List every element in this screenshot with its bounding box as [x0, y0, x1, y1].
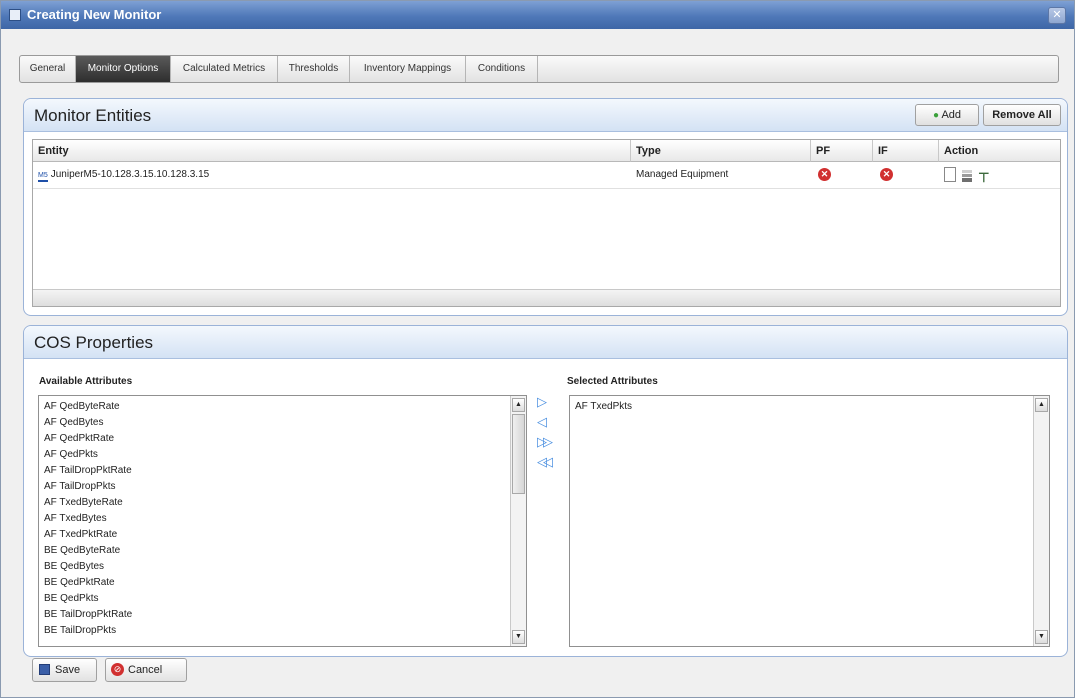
scroll-down-icon[interactable]: ▼: [512, 630, 525, 644]
title-bar[interactable]: Creating New Monitor ✕: [1, 1, 1074, 29]
col-header-action[interactable]: Action: [939, 140, 1060, 162]
col-header-pf[interactable]: PF: [811, 140, 873, 162]
cos-properties-header: COS Properties: [24, 326, 1067, 359]
cos-properties-title: COS Properties: [34, 333, 154, 352]
list-item[interactable]: AF QedPktRate: [44, 431, 114, 447]
move-all-right-icon[interactable]: ▷▷: [537, 435, 553, 450]
remove-all-button[interactable]: Remove All: [983, 104, 1061, 126]
stack-icon[interactable]: [962, 170, 973, 182]
monitor-dialog: Creating New Monitor ✕ General Monitor O…: [0, 0, 1075, 698]
selected-attributes-label: Selected Attributes: [567, 376, 658, 387]
equipment-icon: M5: [38, 171, 48, 182]
app-icon: [9, 9, 21, 21]
tab-conditions[interactable]: Conditions: [466, 56, 538, 82]
tab-inventory-mappings[interactable]: Inventory Mappings: [350, 56, 466, 82]
scroll-up-icon[interactable]: ▲: [1035, 398, 1048, 412]
move-left-icon[interactable]: ◁: [537, 415, 547, 430]
list-item[interactable]: AF TxedBytes: [44, 511, 107, 527]
list-item[interactable]: AF TxedPkts: [575, 399, 632, 415]
list-item[interactable]: AF QedBytes: [44, 415, 103, 431]
available-attributes-list[interactable]: AF QedByteRate AF QedBytes AF QedPktRate…: [38, 395, 527, 647]
document-icon[interactable]: [944, 167, 956, 182]
list-item[interactable]: BE QedPktRate: [44, 575, 115, 591]
selected-attributes-list[interactable]: AF TxedPkts ▲ ▼: [569, 395, 1050, 647]
col-header-type[interactable]: Type: [631, 140, 811, 162]
list-item[interactable]: BE TailDropPktRate: [44, 607, 132, 623]
cancel-icon: ⊘: [111, 663, 124, 676]
close-icon[interactable]: ✕: [1048, 7, 1066, 24]
list-item[interactable]: BE QedByteRate: [44, 543, 120, 559]
scroll-up-icon[interactable]: ▲: [512, 398, 525, 412]
save-button[interactable]: Save: [32, 658, 97, 682]
add-button[interactable]: ● Add: [915, 104, 979, 126]
monitor-entities-header: Monitor Entities ● Add Remove All: [24, 99, 1067, 132]
window-title: Creating New Monitor: [27, 7, 162, 22]
tab-bar: General Monitor Options Calculated Metri…: [19, 55, 1059, 83]
table-footer-bar: [33, 289, 1060, 306]
add-icon: ●: [932, 110, 939, 121]
list-item[interactable]: AF QedByteRate: [44, 399, 120, 415]
if-error-icon: ✕: [880, 168, 893, 181]
entities-table: Entity Type PF IF Action M5 JuniperM5-10.…: [32, 139, 1061, 307]
action-cell: ⊤: [944, 167, 989, 184]
list-item[interactable]: AF TxedPktRate: [44, 527, 117, 543]
monitor-entities-panel: Monitor Entities ● Add Remove All Entity…: [23, 98, 1068, 316]
tab-calculated-metrics[interactable]: Calculated Metrics: [171, 56, 278, 82]
scroll-down-icon[interactable]: ▼: [1035, 630, 1048, 644]
filter-icon[interactable]: ⊤: [978, 171, 989, 184]
tab-thresholds[interactable]: Thresholds: [278, 56, 350, 82]
tab-monitor-options[interactable]: Monitor Options: [76, 56, 171, 82]
scroll-thumb[interactable]: [512, 414, 525, 494]
available-attributes-label: Available Attributes: [39, 376, 133, 387]
move-right-icon[interactable]: ▷: [537, 395, 547, 410]
list-item[interactable]: BE TailDropPkts: [44, 623, 116, 639]
col-header-if[interactable]: IF: [873, 140, 939, 162]
list-item[interactable]: BE QedBytes: [44, 559, 104, 575]
cancel-button[interactable]: ⊘ Cancel: [105, 658, 187, 682]
list-item[interactable]: AF QedPkts: [44, 447, 98, 463]
list-item[interactable]: BE QedPkts: [44, 591, 98, 607]
list-item[interactable]: AF TailDropPkts: [44, 479, 116, 495]
move-all-left-icon[interactable]: ◁◁: [537, 455, 553, 470]
tab-general[interactable]: General: [20, 56, 76, 82]
pf-error-icon: ✕: [818, 168, 831, 181]
selected-scrollbar[interactable]: ▲ ▼: [1033, 396, 1049, 646]
available-scrollbar[interactable]: ▲ ▼: [510, 396, 526, 646]
entity-cell: M5 JuniperM5-10.128.3.15.10.128.3.15: [38, 169, 210, 182]
save-icon: [39, 664, 50, 675]
col-header-entity[interactable]: Entity: [33, 140, 631, 162]
list-item[interactable]: AF TxedByteRate: [44, 495, 123, 511]
table-row[interactable]: M5 JuniperM5-10.128.3.15.10.128.3.15 Mana…: [33, 162, 1060, 189]
type-cell: Managed Equipment: [636, 169, 729, 180]
monitor-entities-title: Monitor Entities: [34, 106, 152, 125]
list-item[interactable]: AF TailDropPktRate: [44, 463, 132, 479]
